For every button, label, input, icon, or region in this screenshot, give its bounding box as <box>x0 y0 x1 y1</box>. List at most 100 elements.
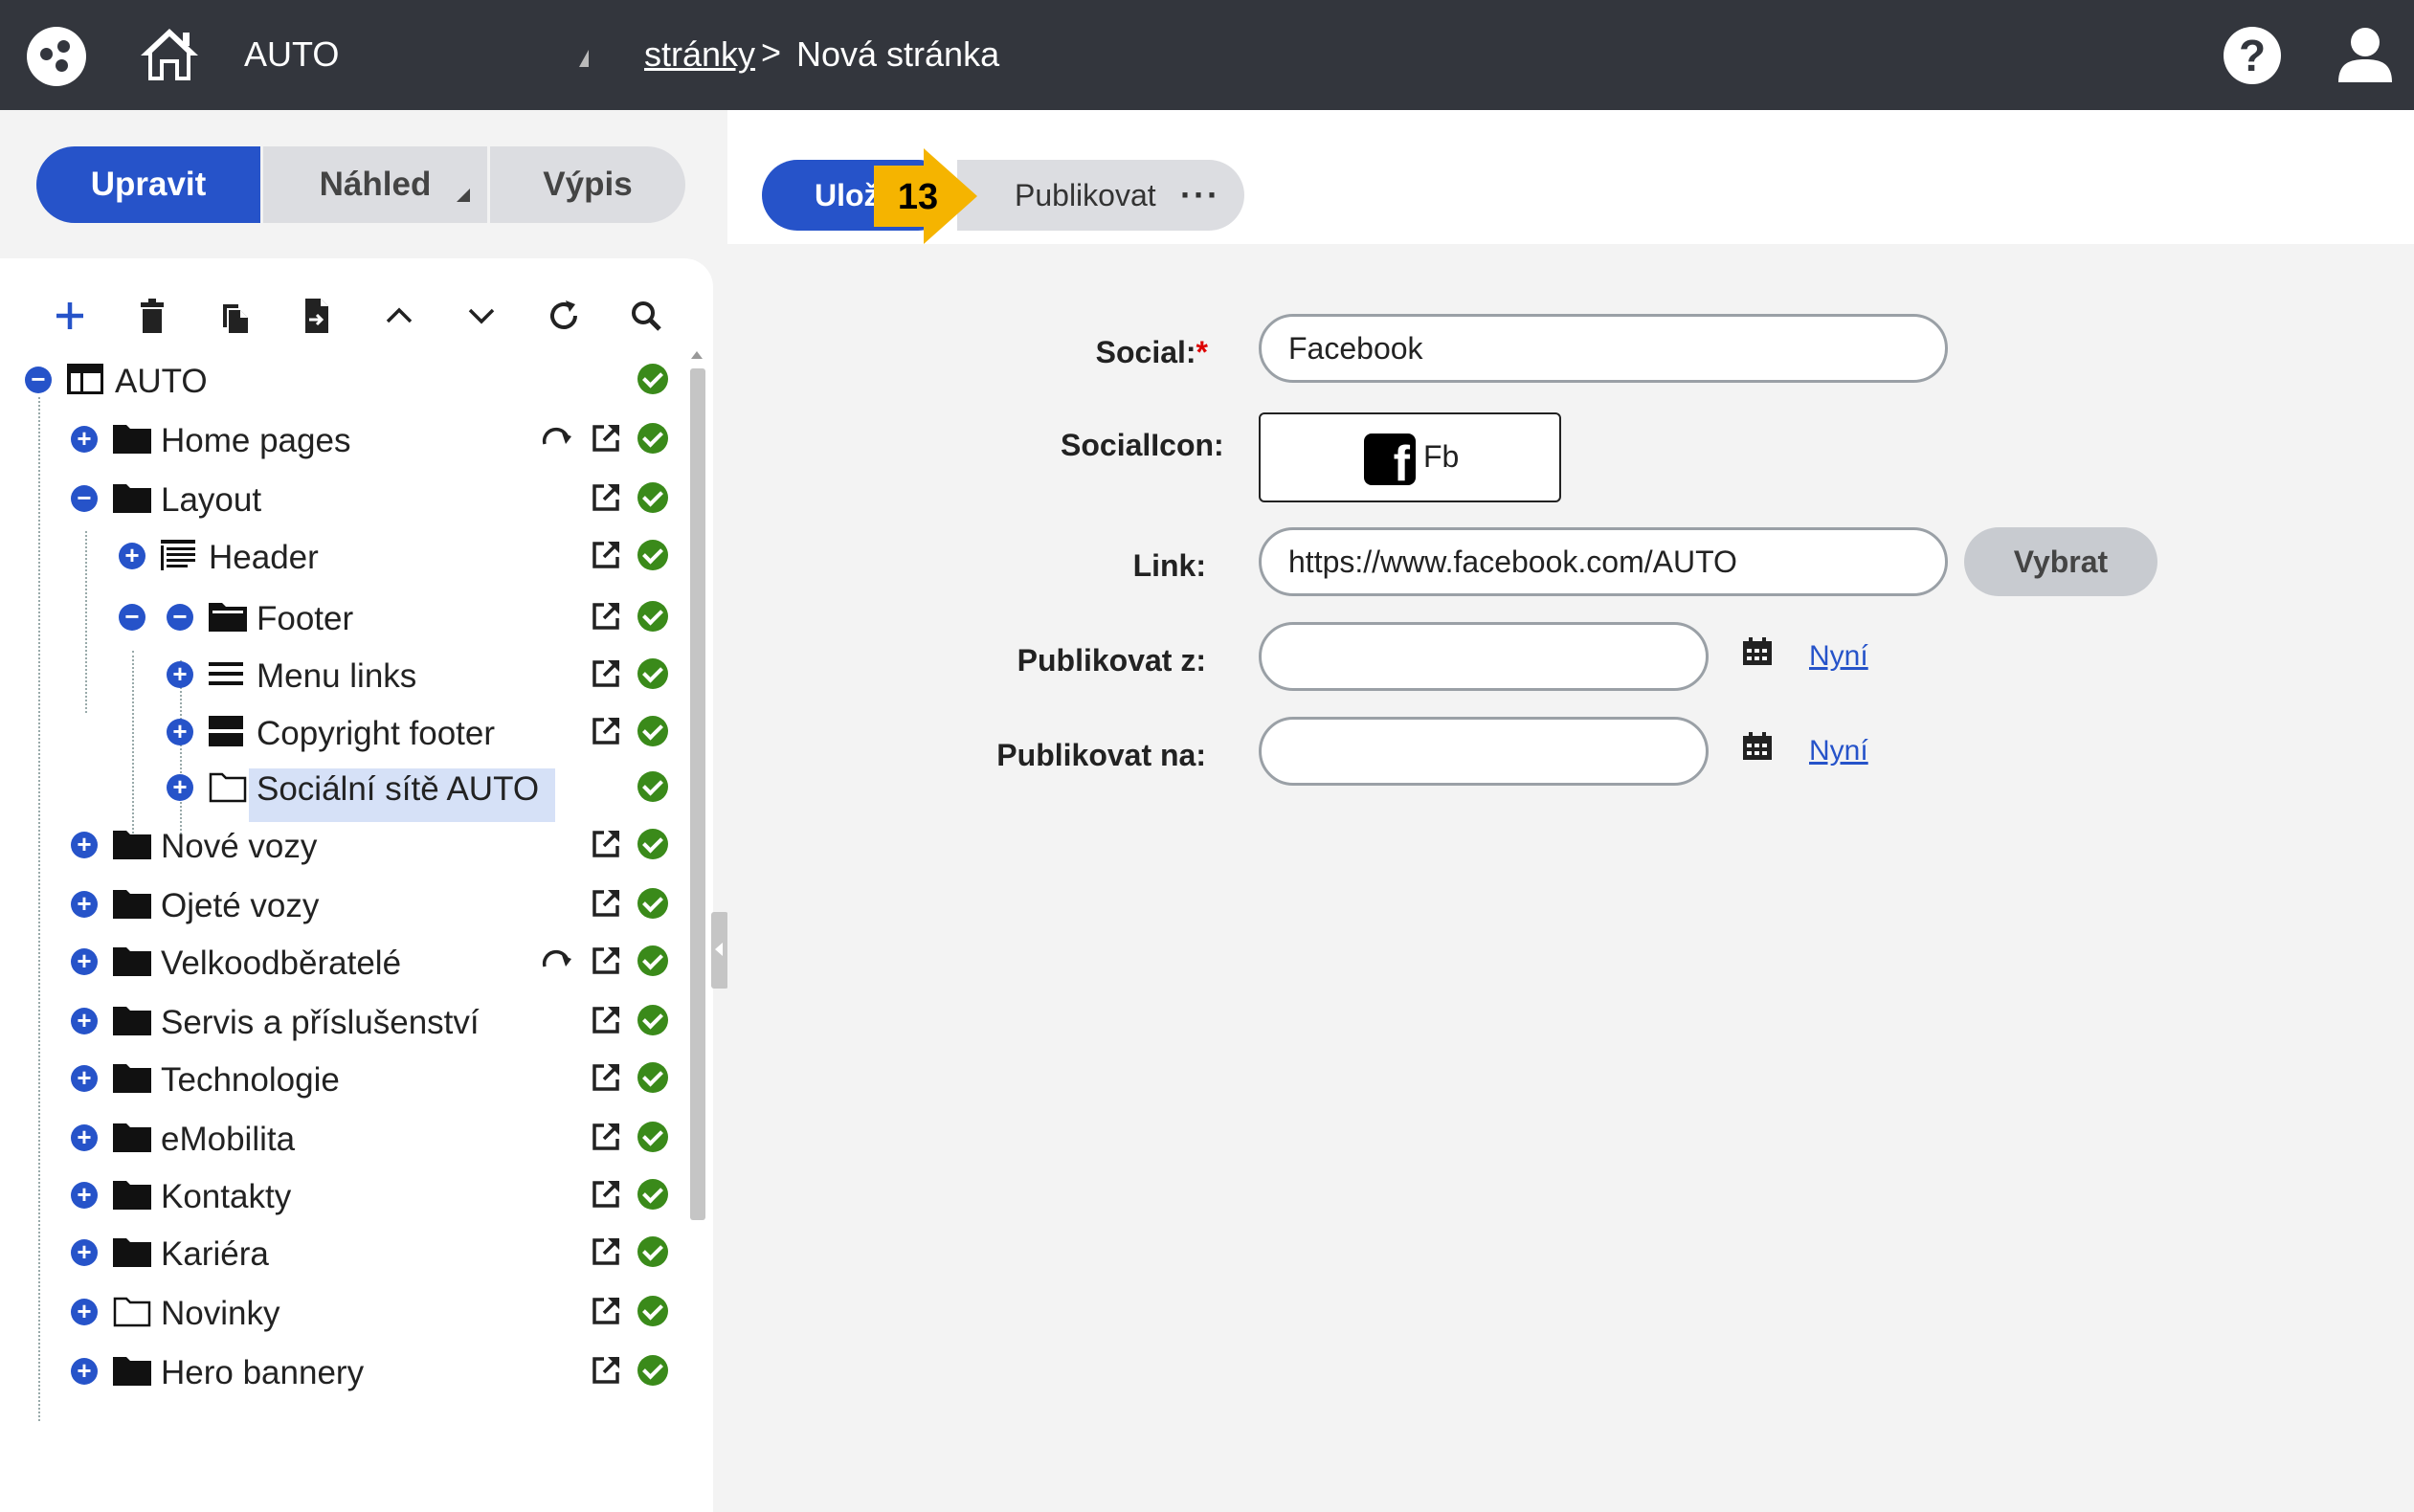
expand-icon[interactable]: + <box>71 1008 98 1034</box>
external-link-icon[interactable] <box>591 601 621 632</box>
tree-node-label[interactable]: Header <box>201 537 326 590</box>
publish-to-input[interactable] <box>1259 717 1709 786</box>
expand-icon[interactable]: + <box>71 1065 98 1092</box>
external-link-icon[interactable] <box>591 482 621 513</box>
scrollbar-thumb[interactable] <box>690 368 705 1220</box>
tree-node-label[interactable]: Home pages <box>153 420 358 474</box>
tree-node-label[interactable]: Kontakty <box>153 1176 299 1230</box>
tree-node-velkoodberatele[interactable]: + Velkoodběratelé <box>0 936 689 989</box>
chevron-up-icon[interactable] <box>358 287 440 345</box>
tree-node-nove-vozy[interactable]: + Nové vozy <box>0 819 689 873</box>
link-input[interactable]: https://www.facebook.com/AUTO <box>1259 527 1948 596</box>
mode-vypis-button[interactable]: Výpis <box>490 146 685 223</box>
expand-icon[interactable]: + <box>71 426 98 453</box>
chevron-down-icon[interactable] <box>440 287 523 345</box>
tree-node-technologie[interactable]: + Technologie <box>0 1053 689 1106</box>
scroll-up-icon[interactable] <box>691 351 703 359</box>
tree-node-label[interactable]: Velkoodběratelé <box>153 943 409 996</box>
publish-to-now-link[interactable]: Nyní <box>1809 735 1868 767</box>
domain-selector[interactable]: AUTO <box>244 34 339 75</box>
breadcrumb-link[interactable]: stránky <box>644 34 755 75</box>
calendar-icon[interactable] <box>1742 637 1773 666</box>
external-link-icon[interactable] <box>591 423 621 454</box>
external-link-icon[interactable] <box>591 945 621 976</box>
tree-node-menu-links[interactable]: + Menu links <box>0 649 689 702</box>
tree-node-label[interactable]: eMobilita <box>153 1119 302 1172</box>
home-icon[interactable] <box>139 23 200 84</box>
tree-node-layout[interactable]: − Layout <box>0 473 689 526</box>
search-icon[interactable] <box>605 287 687 345</box>
external-link-icon[interactable] <box>591 540 621 570</box>
tree-node-socialni-site[interactable]: + Sociální sítě AUTO <box>0 762 689 822</box>
publish-from-now-link[interactable]: Nyní <box>1809 640 1868 673</box>
help-icon[interactable]: ? <box>2224 27 2281 84</box>
vybrat-button[interactable]: Vybrat <box>1964 527 2157 596</box>
tree-node-label[interactable]: Footer <box>249 598 361 652</box>
plus-icon[interactable] <box>29 287 111 345</box>
social-input[interactable]: Facebook <box>1259 314 1948 383</box>
tree-node-servis[interactable]: + Servis a příslušenství <box>0 995 689 1049</box>
external-link-icon[interactable] <box>591 829 621 859</box>
external-link-icon[interactable] <box>591 1122 621 1152</box>
tree-node-root[interactable]: − AUTO <box>0 354 689 408</box>
expand-icon[interactable]: + <box>119 543 145 569</box>
collapse-icon[interactable]: − <box>71 485 98 512</box>
more-icon[interactable]: ··· <box>1180 160 1220 231</box>
tree-node-copyright-footer[interactable]: + Copyright footer <box>0 706 689 760</box>
external-link-icon[interactable] <box>591 1236 621 1267</box>
tree-node-label[interactable]: AUTO <box>107 361 215 414</box>
collapse-icon[interactable]: − <box>167 604 193 631</box>
tree-node-label[interactable]: Layout <box>153 479 269 533</box>
external-link-icon[interactable] <box>591 1355 621 1386</box>
external-link-icon[interactable] <box>591 658 621 689</box>
tree-node-label[interactable]: Menu links <box>249 656 424 709</box>
refresh-icon[interactable] <box>523 287 605 345</box>
tree-node-kontakty[interactable]: + Kontakty <box>0 1169 689 1223</box>
tree-node-label[interactable]: Sociální sítě AUTO <box>249 768 555 822</box>
socialicon-picker[interactable]: f Fb <box>1259 412 1561 502</box>
external-link-icon[interactable] <box>591 1179 621 1210</box>
external-link-icon[interactable] <box>591 1062 621 1093</box>
calendar-icon[interactable] <box>1742 732 1773 761</box>
tree-node-ojete-vozy[interactable]: + Ojeté vozy <box>0 878 689 932</box>
logo-icon[interactable] <box>27 27 86 86</box>
external-link-icon[interactable] <box>591 716 621 746</box>
external-link-icon[interactable] <box>591 1296 621 1326</box>
mode-nahled-button[interactable]: Náhled <box>260 146 490 223</box>
collapse-icon[interactable]: − <box>119 604 145 631</box>
external-link-icon[interactable] <box>591 888 621 919</box>
trash-icon[interactable] <box>111 287 193 345</box>
tree-node-novinky[interactable]: + Novinky <box>0 1286 689 1340</box>
publish-from-input[interactable] <box>1259 622 1709 691</box>
tree-node-label[interactable]: Kariéra <box>153 1234 277 1287</box>
collapse-icon[interactable]: − <box>25 367 52 393</box>
tree-node-label[interactable]: Servis a příslušenství <box>153 1002 487 1056</box>
move-icon[interactable] <box>276 287 358 345</box>
expand-icon[interactable]: + <box>71 1299 98 1325</box>
caret-down-icon[interactable] <box>579 50 589 67</box>
mode-upravit-button[interactable]: Upravit <box>36 146 260 223</box>
expand-icon[interactable]: + <box>71 1358 98 1385</box>
expand-icon[interactable]: + <box>167 719 193 745</box>
external-link-icon[interactable] <box>591 1005 621 1035</box>
tree-node-home-pages[interactable]: + Home pages <box>0 413 689 467</box>
tree-scrollbar[interactable] <box>687 349 708 1507</box>
copy-icon[interactable] <box>193 287 276 345</box>
expand-icon[interactable]: + <box>71 1182 98 1209</box>
expand-icon[interactable]: + <box>167 661 193 688</box>
tree-node-label[interactable]: Novinky <box>153 1293 287 1346</box>
user-icon[interactable] <box>2336 25 2394 84</box>
tree-node-label[interactable]: Hero bannery <box>153 1352 371 1406</box>
panel-splitter[interactable] <box>711 912 728 989</box>
tree-node-emobilita[interactable]: + eMobilita <box>0 1112 689 1166</box>
expand-icon[interactable]: + <box>71 832 98 858</box>
tree-node-hero-bannery[interactable]: + Hero bannery <box>0 1345 689 1399</box>
tree-node-label[interactable]: Technologie <box>153 1059 347 1113</box>
publish-button[interactable]: Publikovat ··· <box>957 160 1244 231</box>
tree-node-kariera[interactable]: + Kariéra <box>0 1227 689 1280</box>
tree-node-footer[interactable]: − − Footer <box>0 591 689 645</box>
expand-icon[interactable]: + <box>71 891 98 918</box>
expand-icon[interactable]: + <box>71 948 98 975</box>
expand-icon[interactable]: + <box>167 774 193 801</box>
tree-node-label[interactable]: Copyright footer <box>249 713 503 767</box>
